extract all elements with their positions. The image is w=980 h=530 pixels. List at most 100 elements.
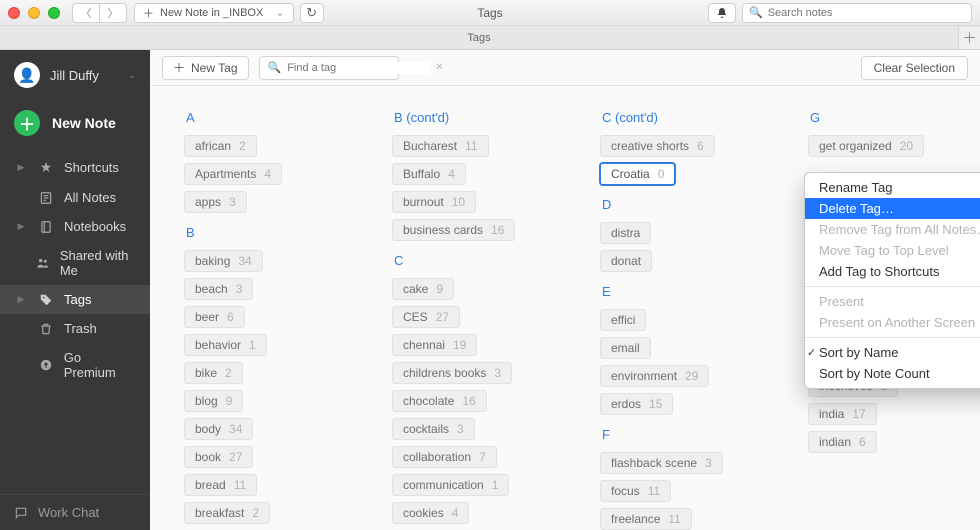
sidebar: 👤 Jill Duffy ⌄ ＋ New Note ▶ ★ Shortcuts … (0, 50, 150, 530)
tab-strip: Tags ＋ (0, 26, 980, 50)
new-note-in-label: New Note in _INBOX (160, 7, 263, 19)
tag-pill[interactable]: body34 (184, 418, 253, 440)
menu-add-shortcut[interactable]: Add Tag to Shortcuts (805, 261, 980, 282)
work-chat-button[interactable]: Work Chat (0, 494, 150, 530)
tag-pill[interactable]: Croatia 0 (600, 163, 675, 185)
tag-pill[interactable]: bread11 (184, 474, 257, 496)
tag-count: 7 (479, 450, 486, 464)
tag-pill[interactable]: environment29 (600, 365, 709, 387)
tag-count: 10 (452, 195, 465, 209)
tag-pill[interactable]: african2 (184, 135, 257, 157)
find-tag-box[interactable]: 🔍 ✕ (259, 56, 399, 80)
avatar-icon: 👤 (18, 67, 35, 84)
clear-selection-button[interactable]: Clear Selection (861, 56, 968, 80)
tag-pill[interactable]: focus11 (600, 480, 671, 502)
forward-button[interactable]: 〉 (99, 3, 127, 23)
sidebar-item-trash[interactable]: ▶ Trash (0, 314, 150, 343)
sidebar-item-notebooks[interactable]: ▶ Notebooks (0, 212, 150, 241)
tag-pill[interactable]: burnout10 (392, 191, 476, 213)
tag-pill[interactable]: email (600, 337, 651, 359)
menu-move-top[interactable]: Move Tag to Top Level (805, 240, 980, 261)
new-note-button[interactable]: ＋ New Note (0, 100, 150, 152)
tag-pill[interactable]: cocktails3 (392, 418, 475, 440)
tag-pill[interactable]: indian6 (808, 431, 877, 453)
tag-pill[interactable]: childrens books3 (392, 362, 512, 384)
tag-pill[interactable]: chocolate16 (392, 390, 487, 412)
sidebar-item-shared[interactable]: ▶ Shared with Me (0, 241, 150, 285)
tag-name: african (195, 139, 231, 153)
menu-present-other[interactable]: Present on Another Screen ⌥⌘↩ (805, 312, 980, 333)
notifications-button[interactable] (708, 3, 736, 23)
sidebar-item-tags[interactable]: ▶ Tags (0, 285, 150, 314)
tag-name: chocolate (403, 394, 454, 408)
window-controls (8, 7, 60, 19)
tag-pill[interactable]: bike2 (184, 362, 243, 384)
menu-sort-count[interactable]: Sort by Note Count (805, 363, 980, 384)
sync-button[interactable]: ↻ (300, 3, 324, 23)
search-notes-box[interactable]: 🔍 (742, 3, 972, 23)
tag-pill[interactable]: distra (600, 222, 651, 244)
menu-remove-from-all[interactable]: Remove Tag from All Notes… (805, 219, 980, 240)
sidebar-item-shortcuts[interactable]: ▶ ★ Shortcuts (0, 152, 150, 183)
tag-name: communication (403, 478, 484, 492)
tag-count: 11 (648, 484, 660, 498)
menu-present[interactable]: Present ⌘↩ (805, 291, 980, 312)
minimize-window-button[interactable] (28, 7, 40, 19)
tag-name: Croatia (611, 167, 650, 181)
main-panel: ＋ New Tag 🔍 ✕ Clear Selection Aafrican2A… (150, 50, 980, 530)
tag-count: 0 (658, 167, 665, 181)
tag-pill[interactable]: communication1 (392, 474, 509, 496)
find-tag-input[interactable] (287, 62, 429, 74)
search-notes-input[interactable] (768, 7, 965, 19)
tag-pill[interactable]: Buffalo4 (392, 163, 466, 185)
tag-name: blog (195, 394, 218, 408)
tag-pill[interactable]: erdos15 (600, 393, 673, 415)
sidebar-item-all-notes[interactable]: ▶ All Notes (0, 183, 150, 212)
menu-delete-tag[interactable]: Delete Tag… (805, 198, 980, 219)
tag-pill[interactable]: donat (600, 250, 652, 272)
disclosure-icon: ▶ (14, 162, 28, 173)
tag-pill[interactable]: breakfast2 (184, 502, 270, 524)
account-row[interactable]: 👤 Jill Duffy ⌄ (0, 50, 150, 100)
tag-pill[interactable]: chennai19 (392, 334, 477, 356)
section-header: C (cont'd) (602, 110, 760, 125)
tag-count: 11 (465, 139, 477, 153)
sidebar-item-label: Trash (64, 321, 97, 336)
tag-pill[interactable]: beach3 (184, 278, 253, 300)
tag-pill[interactable]: india17 (808, 403, 877, 425)
tag-pill[interactable]: Bucharest11 (392, 135, 489, 157)
search-icon: 🔍 (749, 6, 763, 19)
new-tab-button[interactable]: ＋ (958, 27, 980, 49)
tag-pill[interactable]: creative shorts6 (600, 135, 715, 157)
tag-pill[interactable]: baking34 (184, 250, 263, 272)
sidebar-item-go-premium[interactable]: ▶ Go Premium (0, 343, 150, 387)
tag-pill[interactable]: cake9 (392, 278, 454, 300)
tag-pill[interactable]: freelance11 (600, 508, 692, 530)
clear-selection-label: Clear Selection (874, 61, 955, 75)
tag-pill[interactable]: beer6 (184, 306, 245, 328)
tag-pill[interactable]: effici (600, 309, 646, 331)
back-button[interactable]: 〈 (72, 3, 100, 23)
tab-tags[interactable]: Tags (0, 32, 958, 44)
new-note-in-button[interactable]: ＋ New Note in _INBOX ⌄ (134, 3, 294, 23)
menu-sort-name[interactable]: ✓ Sort by Name (805, 342, 980, 363)
sidebar-item-label: Tags (64, 292, 91, 307)
plus-icon: ＋ (173, 59, 185, 76)
tag-pill[interactable]: Apartments4 (184, 163, 282, 185)
tag-pill[interactable]: CES27 (392, 306, 460, 328)
tag-pill[interactable]: behavior1 (184, 334, 267, 356)
tag-pill[interactable]: blog9 (184, 390, 243, 412)
zoom-window-button[interactable] (48, 7, 60, 19)
tag-pill[interactable]: business cards16 (392, 219, 515, 241)
close-window-button[interactable] (8, 7, 20, 19)
clear-input-icon[interactable]: ✕ (435, 62, 443, 73)
tag-pill[interactable]: cookies4 (392, 502, 469, 524)
tag-pill[interactable]: book27 (184, 446, 253, 468)
tag-pill[interactable]: collaboration7 (392, 446, 497, 468)
tag-name: Apartments (195, 167, 256, 181)
menu-rename-tag[interactable]: Rename Tag (805, 177, 980, 198)
tag-pill[interactable]: apps3 (184, 191, 247, 213)
new-tag-button[interactable]: ＋ New Tag (162, 56, 249, 80)
tag-pill[interactable]: get organized20 (808, 135, 924, 157)
tag-pill[interactable]: flashback scene3 (600, 452, 723, 474)
